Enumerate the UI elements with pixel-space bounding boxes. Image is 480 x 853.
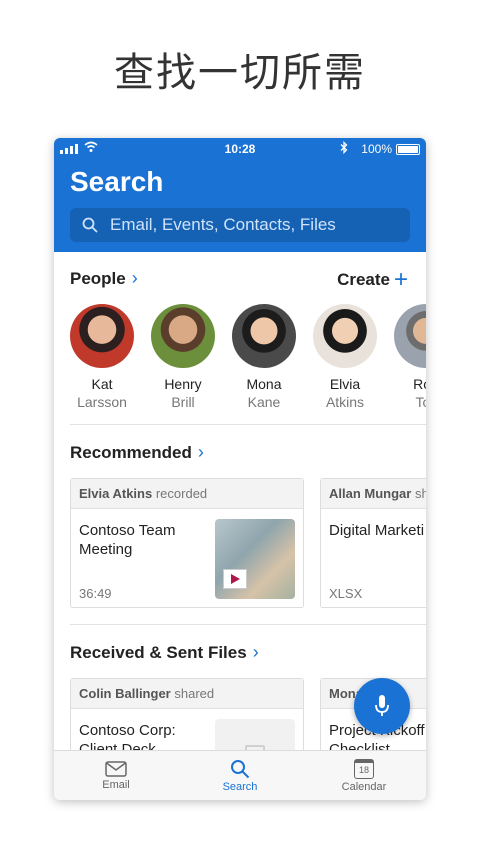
person-first-name: Elvia — [329, 376, 361, 392]
card-title: Contoso Team Meeting — [79, 522, 176, 558]
recommended-header[interactable]: Recommended › — [70, 442, 204, 463]
create-label: Create — [337, 270, 390, 289]
card-action: sh — [414, 486, 426, 501]
person-last-name: Toll — [415, 394, 426, 410]
person-last-name: Kane — [247, 394, 281, 410]
search-input[interactable]: Email, Events, Contacts, Files — [70, 208, 410, 242]
person-last-name: Brill — [171, 394, 195, 410]
person-first-name: Henry — [164, 376, 202, 392]
app-header: 10:28 100% Search Email, Events, Contact… — [54, 138, 426, 252]
recommended-card[interactable]: Allan Mungar sh Digital Marketi Plan XLS… — [320, 478, 426, 608]
chevron-right-icon: › — [197, 442, 204, 462]
people-heading: People — [70, 268, 126, 288]
phone-screen: 10:28 100% Search Email, Events, Contact… — [54, 138, 426, 800]
people-carousel: Kat Larsson Henry Brill Mona Kane Elvia … — [70, 304, 426, 410]
chevron-right-icon: › — [131, 268, 138, 288]
card-actor: Colin Ballinger — [79, 686, 171, 701]
card-action: shared — [174, 686, 215, 701]
mail-icon — [105, 760, 127, 777]
recommended-heading: Recommended — [70, 442, 192, 462]
person-card[interactable]: Henry Brill — [151, 304, 215, 410]
divider — [70, 624, 426, 625]
avatar — [151, 304, 215, 368]
search-placeholder: Email, Events, Contacts, Files — [110, 215, 336, 234]
avatar — [232, 304, 296, 368]
battery-percent: 100% — [361, 142, 392, 156]
play-icon — [223, 569, 247, 589]
search-icon — [231, 759, 250, 778]
bluetooth-icon — [340, 140, 348, 157]
card-duration: 36:49 — [79, 586, 112, 601]
card-actor: Elvia Atkins — [79, 486, 153, 501]
page-title: Search — [70, 166, 164, 197]
microphone-icon — [375, 695, 389, 716]
file-card[interactable]: Colin Ballinger shared Contoso Corp: Cli… — [70, 678, 304, 750]
chevron-right-icon: › — [252, 642, 259, 662]
card-title: Contoso Corp: Client Deck — [79, 722, 176, 750]
create-contact-button[interactable]: Create + — [337, 268, 408, 292]
avatar — [70, 304, 134, 368]
tab-email[interactable]: Email — [54, 751, 178, 800]
file-thumbnail — [215, 719, 295, 750]
people-header[interactable]: People › — [70, 268, 138, 289]
results-list: People › Create + Kat Larsson Henry Bril… — [54, 252, 426, 750]
tab-label: Search — [222, 780, 258, 793]
video-thumbnail — [215, 519, 295, 599]
search-icon — [82, 217, 98, 233]
tab-calendar[interactable]: 18 Calendar — [302, 751, 426, 800]
person-first-name: Kat — [91, 376, 113, 392]
card-file-type: XLSX — [329, 586, 363, 601]
avatar — [313, 304, 377, 368]
voice-search-button[interactable] — [354, 678, 410, 734]
tab-bar: Email Search 18 Calendar — [54, 750, 426, 800]
card-header: Elvia Atkins recorded — [71, 479, 303, 509]
tab-search[interactable]: Search — [178, 751, 302, 800]
recommended-card[interactable]: Elvia Atkins recorded Contoso Team Meeti… — [70, 478, 304, 608]
calendar-day: 18 — [358, 764, 369, 775]
person-last-name: Atkins — [325, 394, 365, 410]
tab-label: Email — [102, 778, 130, 791]
avatar — [394, 304, 426, 368]
status-bar: 10:28 100% — [54, 138, 426, 160]
person-card[interactable]: Mona Kane — [232, 304, 296, 410]
plus-icon: + — [393, 266, 408, 293]
battery-icon — [396, 144, 420, 155]
person-card[interactable]: Kat Larsson — [70, 304, 134, 410]
card-actor: Allan Mungar — [329, 486, 412, 501]
person-card[interactable]: Elvia Atkins — [313, 304, 377, 410]
promo-headline: 查找一切所需 — [114, 50, 366, 96]
card-header: Allan Mungar sh — [321, 479, 426, 509]
person-first-name: Mona — [246, 376, 282, 392]
person-last-name: Larsson — [77, 394, 127, 410]
divider — [70, 424, 426, 425]
card-title: Digital Marketi Plan — [329, 522, 426, 539]
files-header[interactable]: Received & Sent Files › — [70, 642, 259, 663]
person-card[interactable]: Rob Toll — [394, 304, 426, 410]
card-header: Colin Ballinger shared — [71, 679, 303, 709]
person-first-name: Rob — [413, 376, 426, 392]
files-heading: Received & Sent Files — [70, 642, 247, 662]
calendar-icon: 18 — [354, 758, 374, 779]
tab-label: Calendar — [341, 780, 387, 793]
card-action: recorded — [155, 486, 208, 501]
